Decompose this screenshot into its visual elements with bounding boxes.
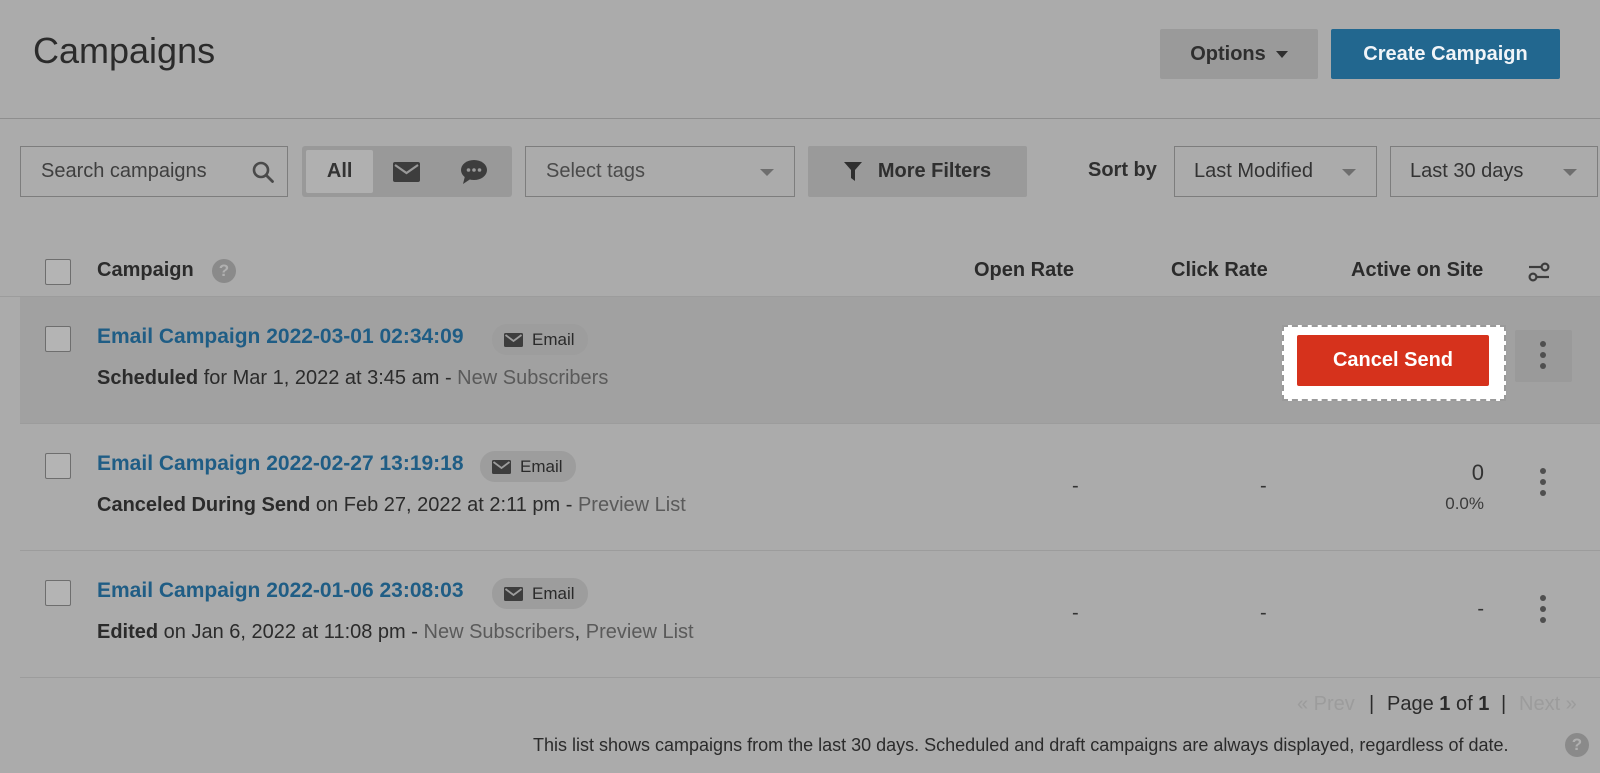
channel-badge: Email <box>492 578 588 609</box>
list-separator: - <box>439 367 458 389</box>
campaign-status: Scheduled <box>97 367 199 389</box>
page-title: Campaigns <box>33 30 216 71</box>
next-page-link[interactable]: Next » <box>1519 693 1577 716</box>
channel-badge: Email <box>492 324 588 355</box>
active-count-value: - <box>1477 598 1484 620</box>
channel-email-tab[interactable] <box>373 150 440 193</box>
table-row: Email Campaign 2022-02-27 13:19:18 Email… <box>20 424 1600 551</box>
options-label: Options <box>1190 42 1266 65</box>
envelope-icon <box>504 332 523 347</box>
caret-down-icon <box>760 169 774 176</box>
table-row: Email Campaign 2022-01-06 23:08:03 Email… <box>20 551 1600 678</box>
campaign-link[interactable]: Email Campaign 2022-01-06 23:08:03 <box>97 579 464 603</box>
list-separator: - <box>560 494 578 516</box>
click-rate-value: - <box>1260 602 1267 624</box>
column-click-rate[interactable]: Click Rate <box>1171 259 1268 282</box>
channel-label: Email <box>532 329 575 349</box>
envelope-icon <box>393 161 421 182</box>
page-word: Page <box>1387 693 1440 715</box>
options-button[interactable]: Options <box>1160 29 1318 79</box>
campaign-link[interactable]: Email Campaign 2022-02-27 13:19:18 <box>97 452 464 476</box>
kebab-menu-icon[interactable] <box>1540 468 1546 496</box>
search-box <box>20 146 288 197</box>
campaign-meta: Scheduled for Mar 1, 2022 at 3:45 am - N… <box>97 367 608 390</box>
sort-value: Last Modified <box>1194 160 1313 182</box>
channel-toggle: All <box>302 146 512 197</box>
caret-down-icon <box>1342 169 1356 176</box>
click-rate-value: - <box>1260 475 1267 497</box>
list-footnote: This list shows campaigns from the last … <box>533 735 1509 755</box>
list-comma: , <box>574 621 586 643</box>
sort-select[interactable]: Last Modified <box>1174 146 1377 197</box>
row-checkbox[interactable] <box>45 580 71 606</box>
envelope-icon <box>504 586 523 601</box>
prev-page-link[interactable]: « Prev <box>1297 693 1355 716</box>
kebab-menu-icon[interactable] <box>1540 595 1546 623</box>
page-indicator: Page 1 of 1 <box>1387 693 1489 716</box>
sort-by-label: Sort by <box>1088 159 1157 181</box>
list-link[interactable]: New Subscribers <box>424 621 575 643</box>
row-checkbox[interactable] <box>45 453 71 479</box>
kebab-menu-icon <box>1540 341 1546 369</box>
campaign-meta: Canceled During Send on Feb 27, 2022 at … <box>97 494 686 517</box>
caret-down-icon <box>1563 169 1577 176</box>
row-checkbox[interactable] <box>45 326 71 352</box>
more-filters-button[interactable]: More Filters <box>808 146 1027 197</box>
status-connector: for <box>198 367 233 389</box>
status-connector: on <box>310 494 344 516</box>
channel-all-tab[interactable]: All <box>306 150 374 193</box>
create-campaign-button[interactable]: Create Campaign <box>1331 29 1560 79</box>
date-range-select[interactable]: Last 30 days <box>1390 146 1598 197</box>
total-pages: 1 <box>1478 693 1490 715</box>
caret-down-icon <box>1275 50 1288 58</box>
campaign-meta: Edited on Jan 6, 2022 at 11:08 pm - New … <box>97 621 694 644</box>
cancel-send-button[interactable]: Cancel Send <box>1297 335 1489 386</box>
column-campaign[interactable]: Campaign <box>97 259 194 282</box>
channel-label: Email <box>532 583 575 603</box>
filter-toolbar: All Select tags More Filters Sort by <box>0 146 1600 198</box>
pager-divider: | <box>1501 693 1507 715</box>
envelope-icon <box>492 459 511 474</box>
select-all-checkbox[interactable] <box>45 259 71 285</box>
campaign-status: Edited <box>97 621 159 643</box>
search-icon[interactable] <box>251 160 275 184</box>
table-header: Campaign ? Open Rate Click Rate Active o… <box>0 247 1600 297</box>
active-percent-value: 0.0% <box>1445 494 1484 513</box>
campaign-date: Mar 1, 2022 at 3:45 am <box>232 367 440 389</box>
of-word: of <box>1450 693 1479 715</box>
tags-placeholder: Select tags <box>546 160 645 182</box>
search-input[interactable] <box>41 160 251 183</box>
list-separator: - <box>405 621 424 643</box>
column-settings-icon[interactable] <box>1528 262 1550 282</box>
column-active-on-site[interactable]: Active on Site <box>1351 259 1483 282</box>
help-icon[interactable]: ? <box>1565 733 1589 757</box>
campaign-status: Canceled During Send <box>97 494 311 516</box>
status-connector: on <box>158 621 192 643</box>
funnel-icon <box>843 161 862 181</box>
pager-divider: | <box>1369 693 1375 715</box>
campaign-link[interactable]: Email Campaign 2022-03-01 02:34:09 <box>97 325 464 349</box>
page-header: Campaigns Options Create Campaign <box>0 0 1600 119</box>
tags-select[interactable]: Select tags <box>525 146 795 197</box>
list-link[interactable]: Preview List <box>578 494 686 516</box>
list-link[interactable]: Preview List <box>586 621 694 643</box>
channel-sms-tab[interactable] <box>441 150 508 193</box>
current-page: 1 <box>1439 693 1451 715</box>
campaign-date: Jan 6, 2022 at 11:08 pm <box>191 621 406 643</box>
open-rate-value: - <box>1072 475 1079 497</box>
date-range-value: Last 30 days <box>1410 160 1524 182</box>
active-count-value: 0 <box>1471 460 1484 485</box>
help-icon[interactable]: ? <box>212 259 236 283</box>
row-menu-button[interactable] <box>1515 330 1572 382</box>
channel-label: Email <box>520 456 563 476</box>
column-open-rate[interactable]: Open Rate <box>974 259 1074 282</box>
channel-badge: Email <box>480 451 576 482</box>
list-link[interactable]: New Subscribers <box>457 367 608 389</box>
chat-bubble-icon <box>461 159 488 184</box>
more-filters-label: More Filters <box>877 160 992 182</box>
campaign-date: Feb 27, 2022 at 2:11 pm <box>343 494 561 516</box>
open-rate-value: - <box>1072 602 1079 624</box>
